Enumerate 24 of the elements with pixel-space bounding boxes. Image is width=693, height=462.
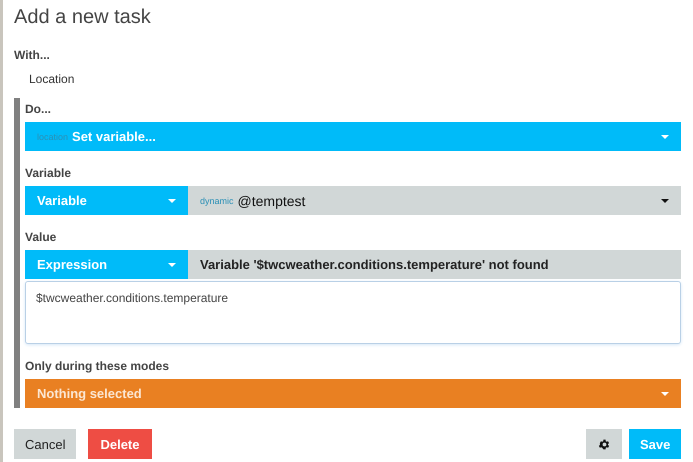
settings-button[interactable]	[586, 429, 622, 459]
dropdown[interactable]: location Set variable...	[25, 122, 681, 151]
dropdown[interactable]: Variable	[25, 186, 188, 215]
caret-icon	[661, 198, 669, 202]
caret-icon	[661, 392, 669, 396]
expression-field[interactable]: $twcweather.conditions.temperature	[25, 281, 681, 344]
caret-icon	[168, 198, 176, 202]
section-label: With...	[14, 48, 51, 62]
field-label: Value	[25, 230, 58, 244]
section-label: Do...	[25, 102, 52, 116]
caret-icon	[168, 262, 176, 266]
dialog-title: Add a new task	[14, 5, 152, 30]
trigger-name: Location	[29, 72, 76, 86]
field-label: Only during these modes	[25, 359, 170, 373]
settings-icon	[598, 438, 610, 450]
caret-icon	[661, 134, 669, 138]
dropdown[interactable]: Nothing selected	[25, 379, 681, 408]
dropdown[interactable]: Expression	[25, 250, 188, 279]
delete-button[interactable]: Delete	[88, 429, 152, 459]
save-button[interactable]: Save	[629, 429, 681, 459]
cancel-button[interactable]: Cancel	[14, 429, 76, 459]
dropdown[interactable]: dynamic @temptest	[188, 186, 681, 215]
field-label: Variable	[25, 166, 72, 180]
error-message: Variable '$twcweather.conditions.temperature' not found	[188, 250, 681, 279]
